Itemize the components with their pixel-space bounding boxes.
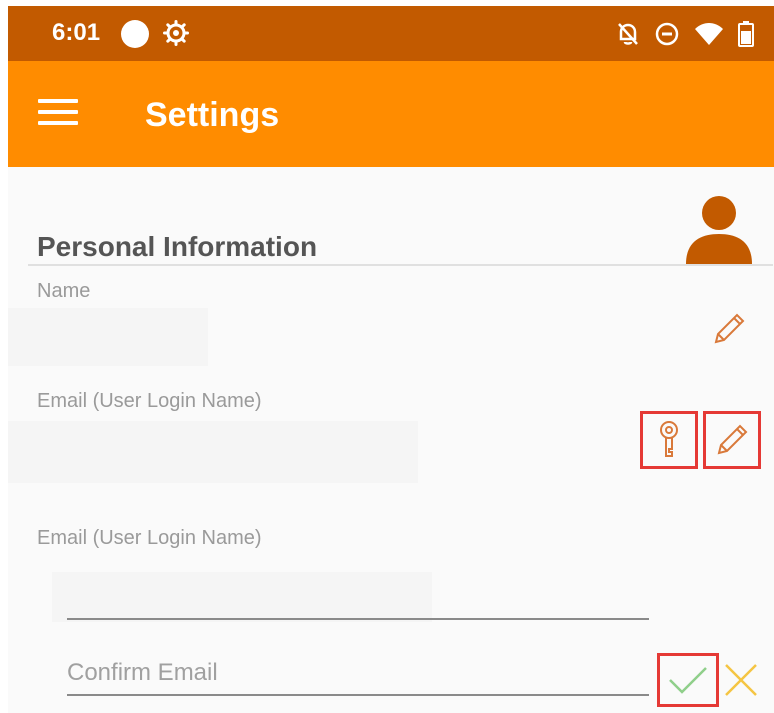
pencil-icon — [714, 313, 745, 344]
section-divider — [28, 264, 773, 266]
email-input-underline — [67, 618, 649, 620]
close-icon — [725, 664, 757, 696]
status-time: 6:01 — [52, 19, 101, 46]
confirm-email-button[interactable] — [657, 653, 719, 707]
pencil-icon — [717, 424, 748, 455]
circle-icon — [121, 20, 149, 48]
confirm-email-underline — [67, 694, 649, 696]
email-label: Email (User Login Name) — [37, 390, 262, 412]
status-bar: 6:01 — [8, 6, 774, 61]
name-label: Name — [37, 280, 91, 302]
page-title: Settings — [145, 96, 280, 134]
email-edit-label: Email (User Login Name) — [37, 527, 262, 549]
email-value — [8, 421, 418, 483]
edit-email-button[interactable] — [703, 411, 761, 469]
app-bar: Settings — [8, 61, 774, 167]
hamburger-menu-icon[interactable] — [38, 99, 78, 129]
change-password-button[interactable] — [640, 411, 698, 469]
key-icon — [660, 421, 678, 457]
bell-off-icon — [618, 23, 638, 45]
settings-screen: 6:01 Settings Personal Information Name … — [8, 6, 774, 713]
email-input[interactable] — [67, 584, 649, 618]
gear-icon — [163, 20, 189, 46]
battery-icon — [738, 21, 754, 47]
status-icons — [616, 20, 754, 48]
wifi-icon — [695, 23, 723, 45]
edit-name-button[interactable] — [708, 308, 750, 350]
section-title: Personal Information — [37, 231, 318, 262]
name-value — [8, 308, 208, 366]
cancel-email-button[interactable] — [721, 660, 761, 700]
do-not-disturb-icon — [655, 22, 679, 46]
check-icon — [669, 667, 707, 694]
person-icon[interactable] — [686, 194, 752, 264]
confirm-email-input[interactable] — [67, 656, 649, 690]
